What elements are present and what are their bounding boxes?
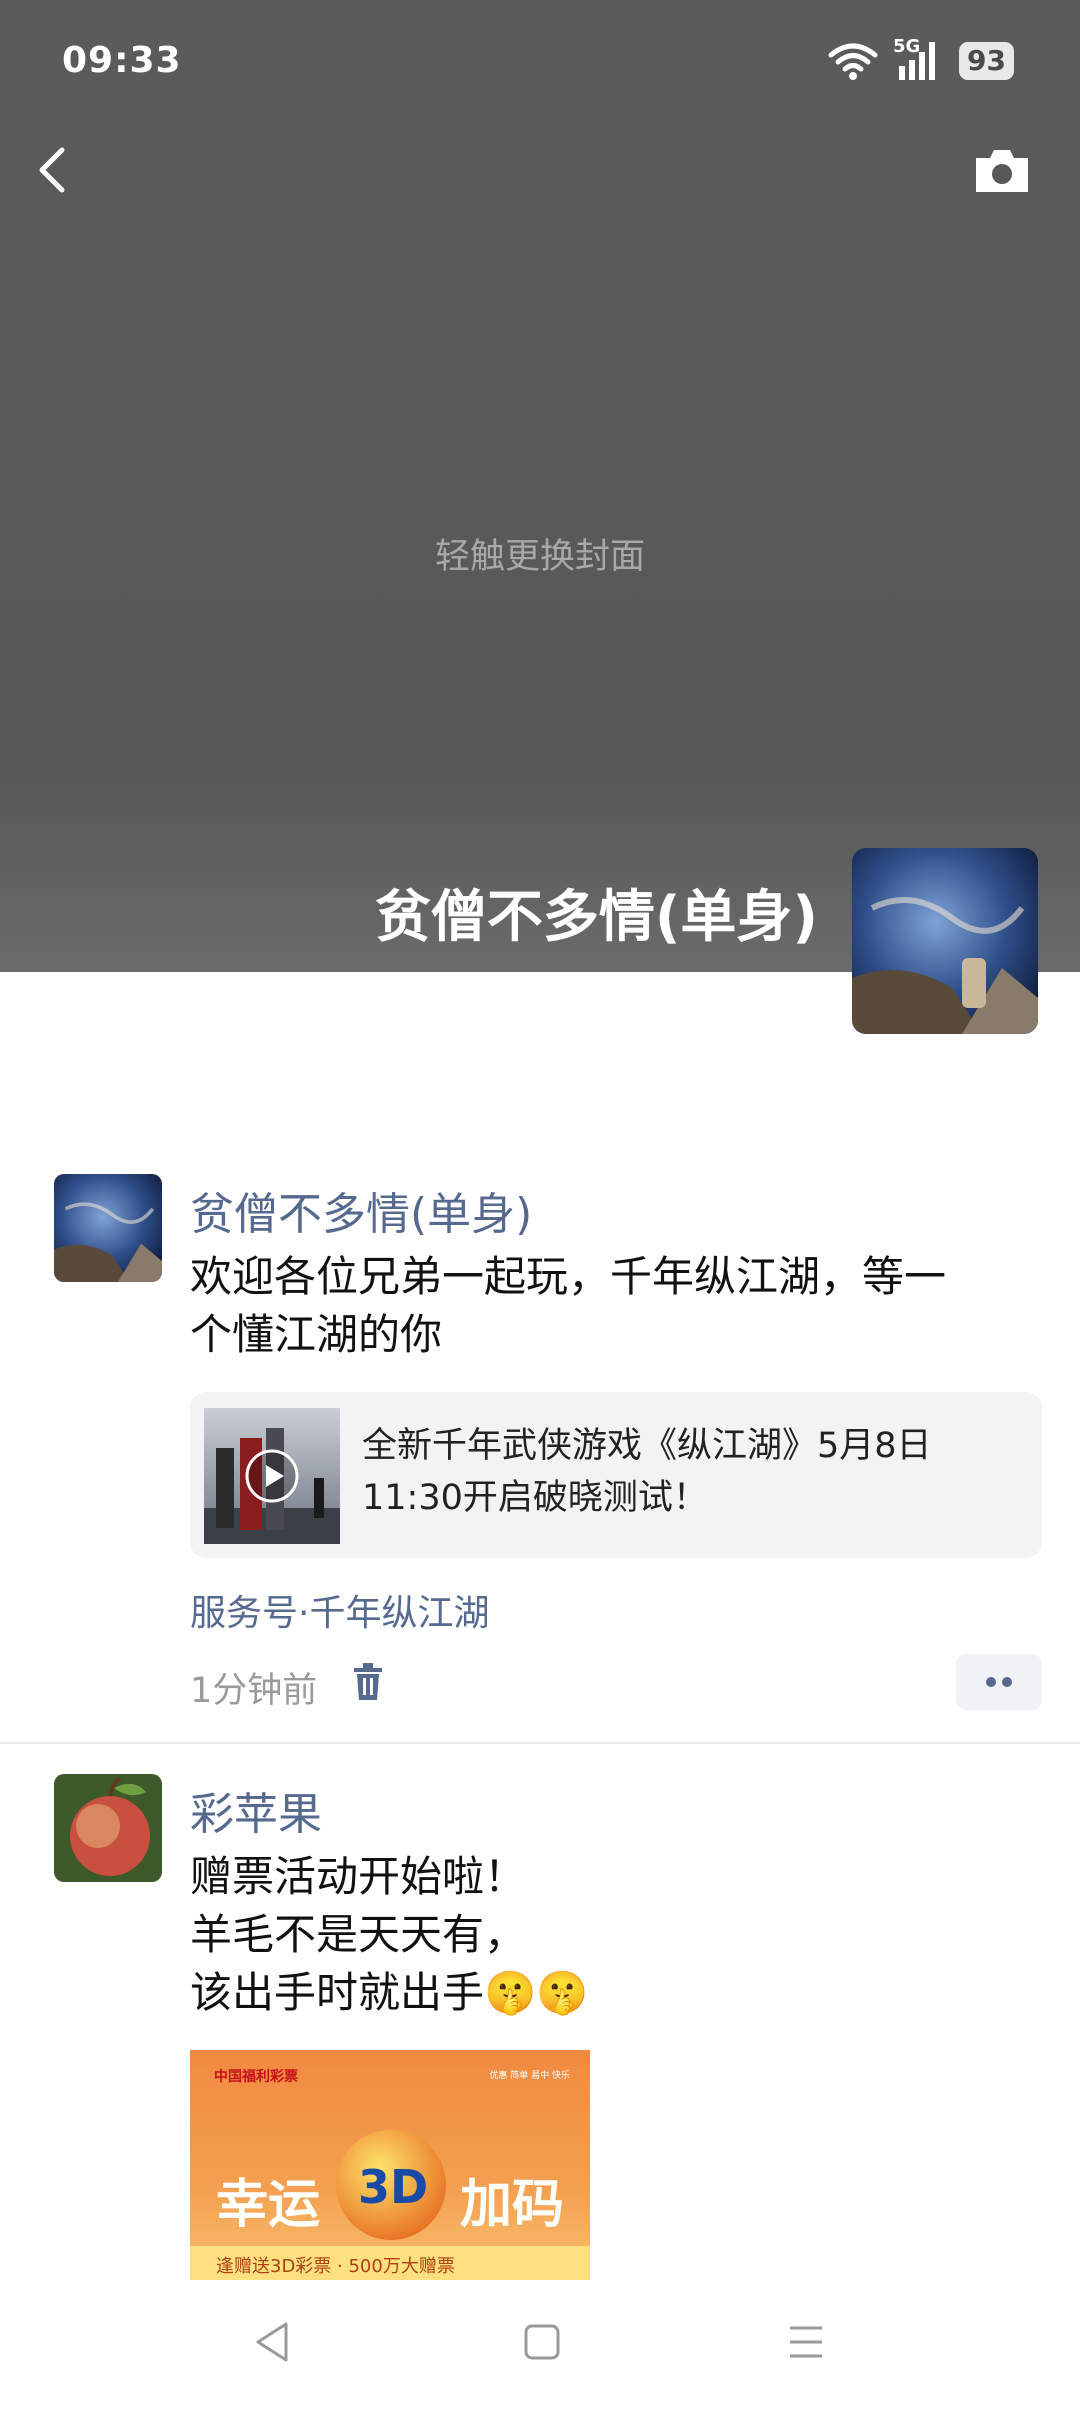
lottery-headline-logo: 3D — [358, 2160, 429, 2214]
post-author-name[interactable]: 彩苹果 — [190, 1778, 322, 1842]
link-title-line: 全新千年武侠游戏《纵江湖》5月8日 — [362, 1426, 932, 1466]
post-text-line: 个懂江湖的你 — [190, 1310, 443, 1359]
post-text: 欢迎各位兄弟一起玩，千年纵江湖，等一 个懂江湖的你 — [190, 1248, 1040, 1364]
signal-icon: 5G — [893, 36, 945, 82]
post-image[interactable]: 中国福利彩票 优惠 简单 易中 快乐 幸运 3D 加码 逢赠送3D彩票 · 50… — [190, 2050, 590, 2280]
status-bar: 09:33 5G 93 — [0, 0, 1080, 120]
link-title-line: 11:30开启破晓测试！ — [362, 1478, 708, 1518]
lottery-footer: 逢赠送3D彩票 · 500万大赠票 — [216, 2256, 455, 2277]
lottery-headline-left: 幸运 — [216, 2175, 321, 2235]
post-divider — [0, 1742, 1080, 1744]
post-source[interactable]: 服务号·千年纵江湖 — [190, 1584, 489, 1636]
back-arrow-icon[interactable] — [30, 140, 74, 200]
change-cover-hint[interactable]: 轻触更换封面 — [0, 528, 1080, 579]
profile-avatar[interactable] — [852, 848, 1038, 1034]
post-text-line: 赠票活动开始啦！ — [190, 1852, 527, 1901]
link-thumbnail — [204, 1408, 340, 1544]
post-text-line: 欢迎各位兄弟一起玩，千年纵江湖，等一 — [190, 1252, 947, 1301]
system-nav-bar — [0, 2280, 1080, 2412]
post-author-avatar[interactable] — [54, 1174, 162, 1282]
cover-image-area[interactable] — [0, 0, 1080, 972]
profile-name: 贫僧不多情(单身) — [374, 885, 818, 950]
battery-icon: 93 — [959, 42, 1014, 80]
lottery-headline-right: 加码 — [460, 2175, 565, 2235]
wifi-icon — [828, 43, 878, 80]
nav-back-icon[interactable] — [252, 2320, 292, 2364]
lottery-tags: 优惠 简单 易中 快乐 — [489, 2071, 570, 2081]
post-author-avatar[interactable] — [54, 1774, 162, 1882]
link-title: 全新千年武侠游戏《纵江湖》5月8日 11:30开启破晓测试！ — [362, 1420, 1022, 1524]
status-time: 09:33 — [62, 40, 182, 81]
trash-icon[interactable] — [350, 1662, 386, 1702]
shared-link-card[interactable]: 全新千年武侠游戏《纵江湖》5月8日 11:30开启破晓测试！ — [190, 1392, 1042, 1558]
post-text-line: 羊毛不是天天有， — [190, 1910, 527, 1959]
post-time: 1分钟前 — [190, 1671, 318, 1711]
post-text: 赠票活动开始啦！ 羊毛不是天天有， 该出手时就出手🤫🤫 — [190, 1848, 1040, 2022]
play-icon — [245, 1449, 299, 1503]
camera-icon[interactable] — [972, 146, 1032, 196]
more-dots-icon[interactable] — [956, 1654, 1042, 1710]
lottery-brand-logo: 中国福利彩票 — [214, 2069, 298, 2085]
post-text-line: 该出手时就出手🤫🤫 — [190, 1968, 589, 2017]
nav-home-icon[interactable] — [522, 2320, 562, 2364]
status-icons: 5G 93 — [827, 36, 1014, 84]
nav-menu-icon[interactable] — [786, 2320, 826, 2364]
post-author-name[interactable]: 贫僧不多情(单身) — [190, 1178, 532, 1242]
